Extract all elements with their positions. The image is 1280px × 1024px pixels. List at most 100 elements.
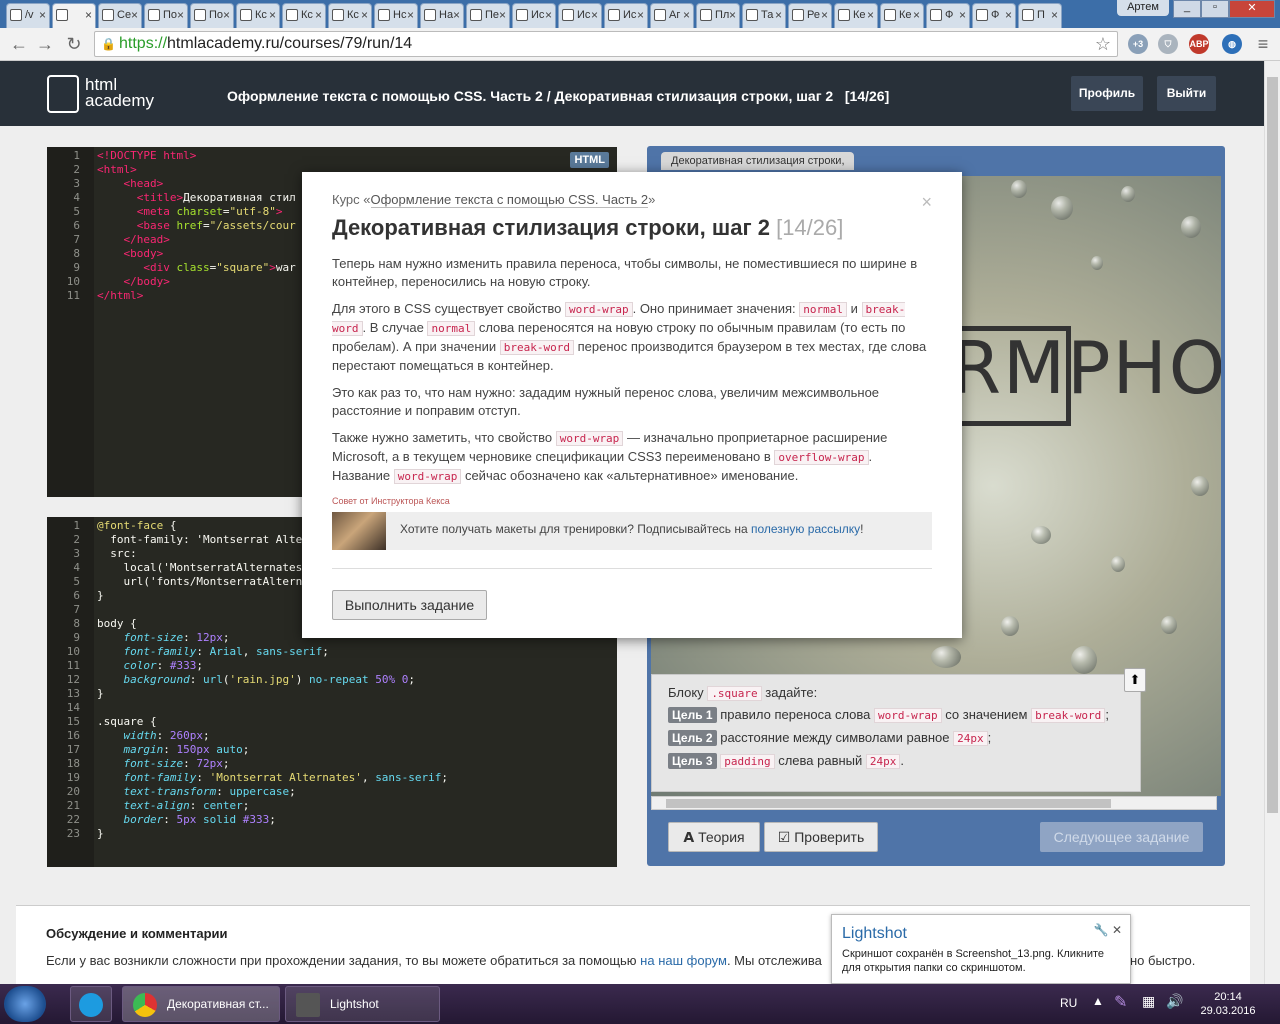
shield-icon[interactable]: ⛉ (1158, 34, 1178, 54)
tab-close-icon[interactable]: × (269, 8, 276, 22)
preview-tab[interactable]: Декоративная стилизация строки, (661, 152, 854, 170)
task-intro-code: .square (707, 686, 762, 701)
tab-close-icon[interactable]: × (729, 8, 736, 22)
tab-close-icon[interactable]: × (637, 8, 644, 22)
course-title: Оформление текста с помощью CSS. Часть 2… (227, 88, 890, 104)
tab-label: Пл (715, 9, 730, 21)
browser-tab[interactable]: Ф × (926, 3, 970, 28)
tray-arrow-icon[interactable]: ▲ (1092, 994, 1104, 1008)
forum-link[interactable]: на наш форум (640, 953, 727, 968)
menu-icon[interactable]: ≡ (1252, 33, 1274, 55)
url-path: htmlacademy.ru/courses/79/run/14 (167, 35, 413, 52)
browser-tab[interactable]: Ке × (880, 3, 924, 28)
modal-paragraph-2: Для этого в CSS существует свойство word… (332, 300, 932, 375)
browser-tab[interactable]: Ре × (788, 3, 832, 28)
browser-tab[interactable]: Ис × (512, 3, 556, 28)
theory-button[interactable]: 𝗔 Теория (668, 822, 760, 852)
adblock-icon[interactable]: ABP (1189, 34, 1209, 54)
browser-tab[interactable]: Ис × (558, 3, 602, 28)
browser-tab[interactable]: Пл × (696, 3, 740, 28)
browser-tab[interactable]: Ce × (98, 3, 142, 28)
run-task-button[interactable]: Выполнить задание (332, 590, 487, 620)
browser-tab[interactable]: Нс × (374, 3, 418, 28)
tab-close-icon[interactable]: × (821, 8, 828, 22)
browser-tab[interactable]: На × (420, 3, 464, 28)
forward-icon[interactable]: → (34, 33, 56, 55)
maximize-button[interactable]: ▫ (1201, 0, 1229, 18)
window-close-button[interactable]: ✕ (1229, 0, 1275, 18)
tab-close-icon[interactable]: × (867, 8, 874, 22)
tab-close-icon[interactable]: × (959, 8, 966, 22)
modal-close-icon[interactable]: × (921, 192, 932, 213)
globe-icon[interactable]: ◍ (1222, 34, 1242, 54)
tab-close-icon[interactable]: × (361, 8, 368, 22)
tab-close-icon[interactable]: × (591, 8, 598, 22)
skype-task[interactable] (70, 986, 112, 1022)
browser-user-badge[interactable]: Артем (1117, 0, 1169, 16)
scrollbar-thumb[interactable] (666, 799, 1111, 808)
pin-icon[interactable]: 🔧 (1094, 923, 1109, 937)
check-button[interactable]: ☑ Проверить (764, 822, 878, 852)
browser-tab[interactable]: Ф × (972, 3, 1016, 28)
minimize-button[interactable]: _ (1173, 0, 1201, 18)
browser-tab[interactable]: /v × (6, 3, 50, 28)
extension-icon[interactable]: +3 (1128, 34, 1148, 54)
browser-tab[interactable]: × (52, 3, 96, 28)
back-icon[interactable]: ← (8, 33, 30, 55)
volume-icon[interactable]: 🔊 (1166, 993, 1183, 1010)
lightshot-task[interactable]: Lightshot (285, 986, 440, 1022)
browser-tab[interactable]: Ке × (834, 3, 878, 28)
browser-tab[interactable]: Кс × (236, 3, 280, 28)
toast-controls: 🔧 ✕ (1094, 923, 1122, 937)
network-icon[interactable]: ▦ (1142, 993, 1155, 1010)
browser-tab[interactable]: По × (190, 3, 234, 28)
tab-close-icon[interactable]: × (85, 8, 92, 22)
tab-close-icon[interactable]: × (545, 8, 552, 22)
scrollbar-thumb[interactable] (1267, 77, 1278, 813)
tab-close-icon[interactable]: × (1005, 8, 1012, 22)
browser-tab[interactable]: Аг × (650, 3, 694, 28)
newsletter-link[interactable]: полезную рассылку (751, 522, 860, 536)
browser-tab[interactable]: Кс × (282, 3, 326, 28)
collapse-task-button[interactable]: ⬆ (1124, 668, 1146, 692)
tab-label: Кс (255, 9, 267, 21)
tab-close-icon[interactable]: × (499, 8, 506, 22)
browser-tab[interactable]: Ис × (604, 3, 648, 28)
tab-close-icon[interactable]: × (683, 8, 690, 22)
browser-tab[interactable]: По × (144, 3, 188, 28)
start-button[interactable] (4, 986, 46, 1022)
browser-tab[interactable]: Та × (742, 3, 786, 28)
tab-close-icon[interactable]: × (223, 8, 230, 22)
tab-close-icon[interactable]: × (1051, 8, 1058, 22)
tab-close-icon[interactable]: × (407, 8, 414, 22)
preview-horizontal-scrollbar[interactable] (651, 796, 1217, 810)
goal-badge: Цель 3 (668, 753, 717, 769)
logout-button[interactable]: Выйти (1157, 76, 1216, 111)
bookmark-star-icon[interactable]: ☆ (1095, 34, 1111, 55)
toast-close-icon[interactable]: ✕ (1112, 923, 1122, 937)
tab-close-icon[interactable]: × (315, 8, 322, 22)
modal-breadcrumb: Курс «Оформление текста с помощью CSS. Ч… (332, 192, 932, 208)
tab-close-icon[interactable]: × (913, 8, 920, 22)
lightshot-notification[interactable]: 🔧 ✕ Lightshot Скриншот сохранён в Screen… (831, 914, 1131, 984)
tab-close-icon[interactable]: × (177, 8, 184, 22)
tab-close-icon[interactable]: × (131, 8, 138, 22)
browser-tab[interactable]: П × (1018, 3, 1062, 28)
tab-close-icon[interactable]: × (775, 8, 782, 22)
browser-tab[interactable]: Кс × (328, 3, 372, 28)
tab-close-icon[interactable]: × (453, 8, 460, 22)
page-vertical-scrollbar[interactable] (1264, 61, 1280, 985)
tab-favicon-icon (930, 9, 942, 21)
goal-punct: ; (1105, 707, 1109, 722)
browser-tab[interactable]: Пе × (466, 3, 510, 28)
url-input[interactable]: 🔒 https://htmlacademy.ru/courses/79/run/… (94, 31, 1118, 57)
profile-button[interactable]: Профиль (1071, 76, 1143, 111)
clock[interactable]: 20:14 29.03.2016 (1200, 990, 1256, 1018)
lightshot-tray-icon[interactable]: ✎ (1114, 992, 1127, 1012)
language-indicator[interactable]: RU (1060, 996, 1077, 1010)
course-link[interactable]: Оформление текста с помощью CSS. Часть 2 (370, 192, 649, 208)
chrome-task[interactable]: Декоративная ст... (122, 986, 280, 1022)
reload-icon[interactable]: ↻ (63, 33, 85, 55)
next-task-button[interactable]: Следующее задание (1040, 822, 1203, 852)
tab-close-icon[interactable]: × (39, 8, 46, 22)
